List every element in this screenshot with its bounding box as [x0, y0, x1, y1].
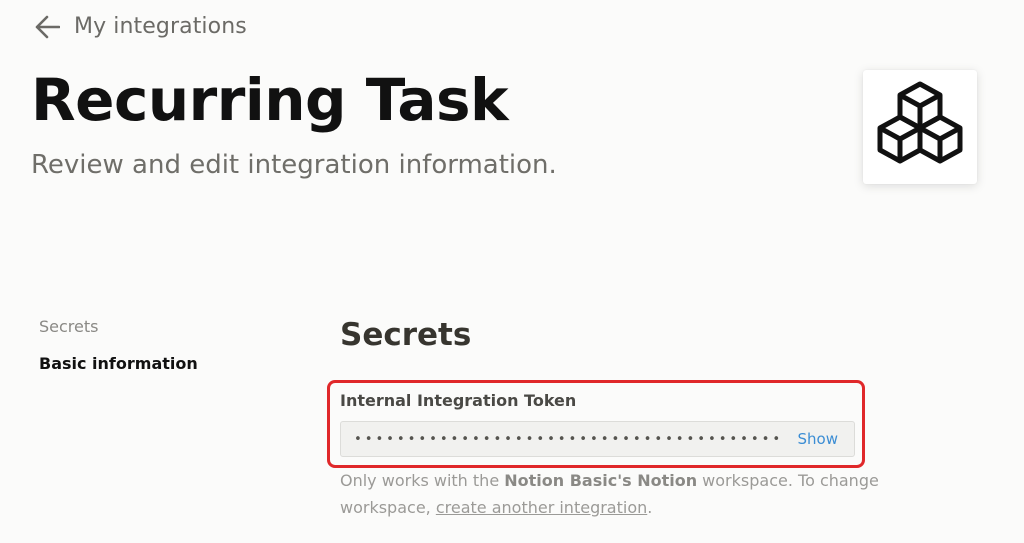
cubes-icon — [874, 81, 966, 173]
page-title: Recurring Task — [31, 66, 509, 134]
back-link-label: My integrations — [74, 14, 247, 39]
back-link[interactable]: My integrations — [34, 14, 247, 39]
token-field[interactable]: ••••••••••••••••••••••••••••••••••••••••… — [340, 421, 855, 457]
sidebar-item-secrets[interactable]: Secrets — [39, 316, 198, 338]
sidebar-item-basic-information[interactable]: Basic information — [39, 353, 198, 375]
workspace-name: Notion Basic's Notion — [504, 471, 698, 490]
help-prefix: Only works with the — [340, 471, 505, 490]
integration-logo — [863, 70, 977, 184]
token-value: •••••••••••••••••••••••••••••••••••••••• — [354, 431, 784, 447]
section-title: Secrets — [340, 317, 472, 353]
arrow-left-icon — [34, 15, 60, 39]
token-label: Internal Integration Token — [340, 391, 577, 410]
token-help-text: Only works with the Notion Basic's Notio… — [340, 467, 880, 521]
integration-page: My integrations Recurring Task Review an… — [0, 0, 1024, 543]
help-suffix: . — [647, 498, 653, 517]
page-subtitle: Review and edit integration information. — [31, 150, 557, 180]
settings-sidebar: Secrets Basic information — [39, 316, 198, 375]
create-integration-link[interactable]: create another integration — [436, 498, 647, 517]
show-token-button[interactable]: Show — [798, 430, 838, 448]
